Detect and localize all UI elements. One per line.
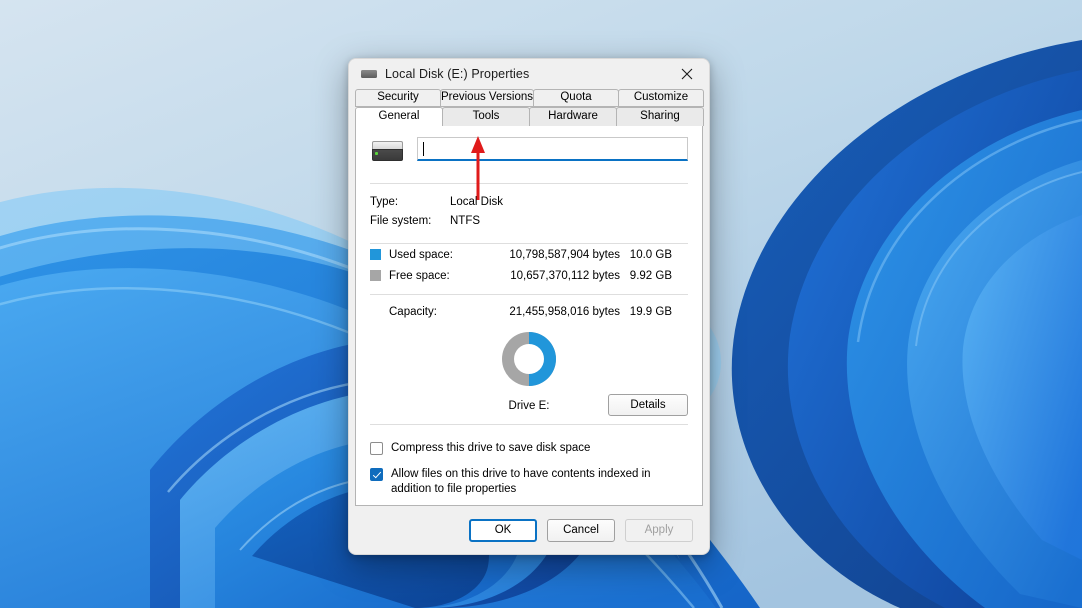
info-row-type: Type: Local Disk [370, 193, 688, 212]
general-tab-panel: Type: Local Disk File system: NTFS Used … [355, 123, 703, 506]
details-button[interactable]: Details [608, 394, 688, 416]
filesystem-label: File system: [370, 215, 432, 227]
volume-label-input[interactable] [417, 137, 688, 161]
tab-hardware[interactable]: Hardware [529, 107, 617, 126]
dialog-footer: OK Cancel Apply [349, 506, 709, 554]
used-space-row: Used space: 10,798,587,904 bytes 10.0 GB [370, 244, 688, 265]
capacity-row: Capacity: 21,455,958,016 bytes 19.9 GB [370, 301, 688, 322]
text-caret [423, 141, 424, 156]
tab-sharing[interactable]: Sharing [616, 107, 704, 126]
checkbox-group: Compress this drive to save disk space A… [370, 441, 688, 497]
close-icon[interactable] [665, 59, 709, 89]
disk-space-table: Used space: 10,798,587,904 bytes 10.0 GB… [370, 244, 688, 322]
cancel-button[interactable]: Cancel [547, 518, 615, 542]
tab-bar: Security Previous Versions Quota Customi… [355, 89, 704, 126]
free-space-gb: 9.92 GB [629, 269, 672, 282]
index-contents-row[interactable]: Allow files on this drive to have conten… [370, 467, 688, 497]
ok-button[interactable]: OK [469, 518, 537, 542]
tab-quota[interactable]: Quota [533, 89, 620, 107]
index-contents-checkbox[interactable] [370, 468, 383, 481]
tab-previous-versions[interactable]: Previous Versions [439, 89, 535, 107]
compress-drive-checkbox[interactable] [370, 442, 383, 455]
capacity-bytes: 21,455,958,016 bytes [509, 305, 620, 318]
capacity-gb: 19.9 GB [629, 305, 672, 318]
drive-info: Type: Local Disk File system: NTFS [370, 193, 688, 231]
used-space-swatch [370, 249, 381, 260]
volume-label-row [370, 137, 688, 171]
desktop: Local Disk (E:) Properties Security Prev… [0, 0, 1082, 608]
free-space-label: Free space: [389, 269, 450, 282]
tab-tools[interactable]: Tools [442, 107, 530, 126]
free-space-swatch [370, 270, 381, 281]
tab-row-bottom: General Tools Hardware Sharing [355, 107, 704, 126]
divider-bottom [370, 424, 688, 425]
disk-usage-donut [502, 332, 556, 386]
drive-led-icon [375, 152, 378, 155]
divider-top [370, 183, 688, 184]
free-space-row: Free space: 10,657,370,112 bytes 9.92 GB [370, 265, 688, 286]
cancel-button-label: Cancel [563, 524, 599, 536]
divider-capacity [370, 294, 688, 295]
capacity-label: Capacity: [389, 305, 437, 318]
compress-drive-row[interactable]: Compress this drive to save disk space [370, 441, 688, 456]
used-space-label: Used space: [389, 248, 453, 261]
used-space-gb: 10.0 GB [629, 248, 672, 261]
tab-security[interactable]: Security [355, 89, 441, 107]
hard-drive-icon [361, 70, 377, 78]
free-space-bytes: 10,657,370,112 bytes [510, 269, 620, 282]
apply-button: Apply [625, 518, 693, 542]
window-title: Local Disk (E:) Properties [385, 67, 530, 81]
disk-usage-chart: Drive E: Details [370, 328, 688, 416]
properties-dialog: Local Disk (E:) Properties Security Prev… [348, 58, 710, 555]
filesystem-value: NTFS [450, 215, 481, 227]
details-button-label: Details [630, 399, 666, 411]
type-value: Local Disk [450, 196, 504, 208]
info-row-filesystem: File system: NTFS [370, 212, 688, 231]
type-label: Type: [370, 196, 399, 208]
ok-button-label: OK [494, 524, 512, 536]
index-contents-label: Allow files on this drive to have conten… [391, 468, 651, 495]
tab-general[interactable]: General [355, 107, 443, 126]
title-bar[interactable]: Local Disk (E:) Properties [349, 59, 709, 89]
tab-row-top: Security Previous Versions Quota Customi… [355, 89, 704, 107]
tab-customize[interactable]: Customize [618, 89, 704, 107]
apply-button-label: Apply [644, 524, 674, 536]
used-space-bytes: 10,798,587,904 bytes [509, 248, 620, 261]
drive-icon [372, 141, 403, 161]
compress-drive-label: Compress this drive to save disk space [391, 442, 591, 454]
